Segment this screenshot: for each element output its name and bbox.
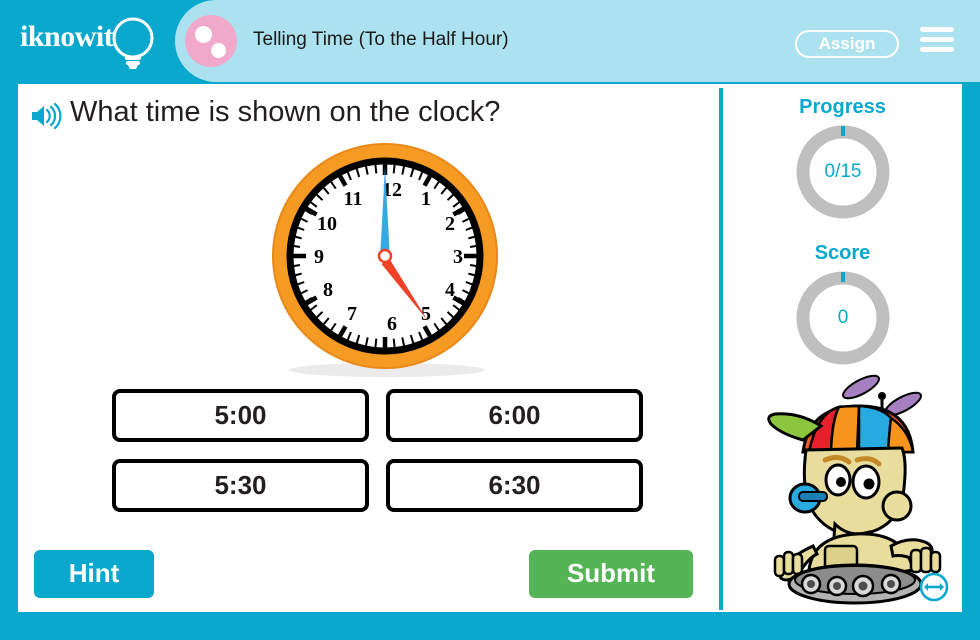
- answer-option-4[interactable]: 6:30: [386, 459, 643, 512]
- progress-ring: 0/15: [793, 122, 893, 222]
- dot-1: [195, 26, 212, 43]
- menu-bar-2: [920, 37, 954, 42]
- progress-label: Progress: [799, 96, 886, 118]
- status-sidebar: Progress 0/15 Score 0: [723, 84, 962, 612]
- svg-text:4: 4: [445, 279, 455, 301]
- lesson-title: Telling Time (To the Half Hour): [253, 29, 509, 50]
- app-root: iknowit Telling Time (To the Half Hour) …: [0, 0, 980, 640]
- svg-text:6: 6: [387, 313, 397, 335]
- hint-button[interactable]: Hint: [34, 550, 154, 598]
- svg-text:2: 2: [445, 213, 455, 235]
- pink-dots-icon: [185, 15, 237, 67]
- answer-option-2[interactable]: 6:00: [386, 389, 643, 442]
- resize-horizontal-icon[interactable]: [919, 572, 949, 602]
- score-ring: 0: [793, 268, 893, 368]
- answer-choices: 5:00 6:00 5:30 6:30: [112, 389, 660, 529]
- footer-bar: [0, 612, 980, 640]
- question-text: What time is shown on the clock?: [70, 96, 501, 128]
- assign-button[interactable]: Assign: [795, 30, 899, 58]
- svg-text:10: 10: [317, 213, 337, 235]
- menu-bar-3: [920, 47, 954, 52]
- answer-option-3[interactable]: 5:30: [112, 459, 369, 512]
- analog-clock: 12 1 2 3 4 5 6 7 8 9 10 11: [272, 143, 498, 377]
- hamburger-menu-icon[interactable]: [920, 27, 954, 57]
- lightbulb-icon: [112, 17, 154, 69]
- speaker-icon[interactable]: [30, 102, 62, 130]
- menu-bar-1: [920, 27, 954, 32]
- svg-text:3: 3: [453, 246, 463, 268]
- progress-value: 0/15: [824, 161, 862, 182]
- clock-hub: [377, 248, 393, 264]
- score-label: Score: [814, 242, 871, 264]
- content-card: What time is shown on the clock? 12 1 2 …: [18, 84, 962, 612]
- score-value: 0: [837, 307, 849, 328]
- submit-button[interactable]: Submit: [529, 550, 693, 598]
- svg-text:11: 11: [344, 188, 363, 210]
- svg-text:1: 1: [421, 188, 431, 210]
- iknowit-logo[interactable]: iknowit: [18, 14, 168, 70]
- svg-text:7: 7: [347, 303, 357, 325]
- svg-text:9: 9: [314, 246, 324, 268]
- dot-2: [211, 43, 226, 58]
- app-header: iknowit Telling Time (To the Half Hour) …: [0, 0, 980, 82]
- logo-text: iknowit: [20, 20, 114, 53]
- answer-option-1[interactable]: 5:00: [112, 389, 369, 442]
- svg-text:8: 8: [323, 279, 333, 301]
